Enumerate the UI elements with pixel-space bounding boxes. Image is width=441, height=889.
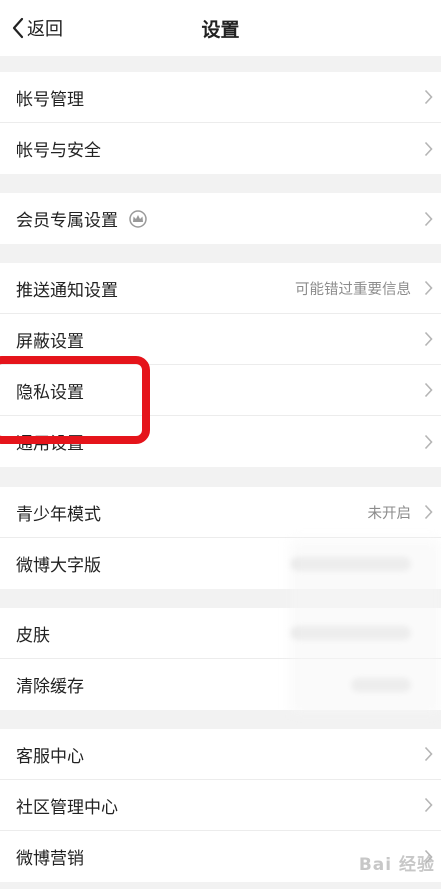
settings-item-label: 会员专属设置 bbox=[16, 211, 118, 231]
settings-group-general: 推送通知设置 可能错过重要信息 屏蔽设置 隐私设置 通用设置 bbox=[0, 263, 441, 467]
chevron-right-icon bbox=[424, 797, 433, 813]
settings-item-general-settings[interactable]: 通用设置 bbox=[0, 416, 441, 467]
settings-group-modes: 青少年模式 未开启 微博大字版 bbox=[0, 487, 441, 589]
crown-icon bbox=[128, 209, 148, 228]
settings-group-account: 帐号管理 帐号与安全 bbox=[0, 72, 441, 174]
chevron-right-icon bbox=[424, 382, 433, 398]
settings-item-label: 客服中心 bbox=[16, 746, 84, 767]
settings-item-label: 帐号与安全 bbox=[16, 141, 101, 161]
settings-item-member-settings[interactable]: 会员专属设置 bbox=[0, 193, 441, 244]
back-label: 返回 bbox=[27, 19, 63, 40]
settings-item-push-notifications[interactable]: 推送通知设置 可能错过重要信息 bbox=[0, 263, 441, 314]
settings-item-label: 社区管理中心 bbox=[16, 797, 118, 818]
chevron-right-icon bbox=[424, 331, 433, 347]
chevron-right-icon bbox=[424, 89, 433, 105]
settings-item-youth-mode[interactable]: 青少年模式 未开启 bbox=[0, 487, 441, 538]
settings-item-skin[interactable]: 皮肤 bbox=[0, 608, 441, 659]
settings-item-label: 通用设置 bbox=[16, 434, 84, 454]
settings-item-label: 青少年模式 bbox=[16, 504, 101, 525]
back-button[interactable]: 返回 bbox=[12, 0, 63, 56]
settings-item-label: 微博营销 bbox=[16, 849, 84, 869]
page-title: 设置 bbox=[201, 18, 240, 41]
settings-item-clear-cache[interactable]: 清除缓存 bbox=[0, 659, 441, 710]
baidu-watermark: Bai 经验 bbox=[358, 855, 435, 875]
settings-item-large-font[interactable]: 微博大字版 bbox=[0, 538, 441, 589]
settings-item-label: 屏蔽设置 bbox=[16, 331, 84, 352]
chevron-left-icon bbox=[12, 17, 24, 39]
settings-item-label: 皮肤 bbox=[16, 625, 50, 646]
settings-item-community-management[interactable]: 社区管理中心 bbox=[0, 780, 441, 831]
settings-item-value: 未开启 bbox=[367, 505, 412, 522]
settings-item-label: 帐号管理 bbox=[16, 89, 84, 110]
chevron-right-icon bbox=[424, 746, 433, 762]
settings-item-label: 隐私设置 bbox=[16, 382, 84, 403]
settings-item-privacy-settings[interactable]: 隐私设置 bbox=[0, 365, 441, 416]
chevron-right-icon bbox=[424, 280, 433, 296]
settings-item-label: 微博大字版 bbox=[16, 556, 101, 576]
blurred-value bbox=[291, 556, 411, 571]
settings-group-member: 会员专属设置 bbox=[0, 193, 441, 244]
chevron-right-icon bbox=[424, 504, 433, 520]
chevron-right-icon bbox=[424, 434, 433, 449]
nav-bar: 返回 设置 bbox=[0, 0, 441, 56]
chevron-right-icon bbox=[424, 211, 433, 226]
settings-item-customer-service[interactable]: 客服中心 bbox=[0, 729, 441, 780]
settings-item-account-security[interactable]: 帐号与安全 bbox=[0, 123, 441, 174]
blurred-value bbox=[291, 626, 411, 640]
settings-item-value: 可能错过重要信息 bbox=[295, 281, 411, 298]
settings-item-block-settings[interactable]: 屏蔽设置 bbox=[0, 314, 441, 365]
settings-group-appearance: 皮肤 清除缓存 bbox=[0, 608, 441, 710]
chevron-right-icon bbox=[424, 141, 433, 156]
settings-item-account-management[interactable]: 帐号管理 bbox=[0, 72, 441, 123]
blurred-value bbox=[351, 677, 411, 692]
settings-item-label: 清除缓存 bbox=[16, 677, 84, 697]
settings-item-label: 推送通知设置 bbox=[16, 280, 118, 301]
